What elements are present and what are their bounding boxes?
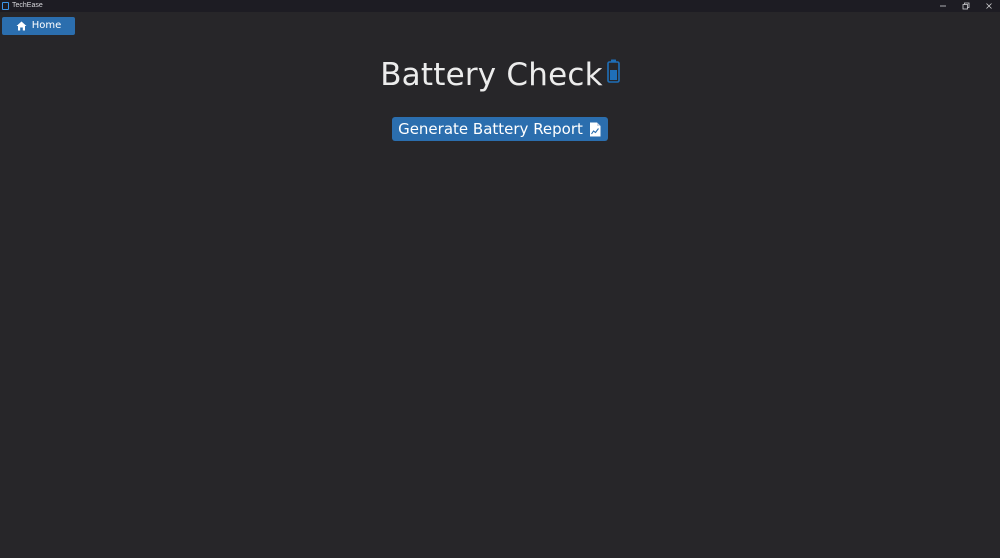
page-title: Battery Check [380,57,603,93]
generate-report-button[interactable]: Generate Battery Report [392,117,608,141]
home-button[interactable]: Home [2,17,75,35]
minimize-button[interactable] [931,0,954,12]
home-button-label: Home [31,20,62,31]
restore-icon [962,2,969,10]
close-icon [985,3,992,9]
app-logo-icon [2,2,9,10]
page-header: Battery Check [0,55,1000,95]
generate-report-label: Generate Battery Report [398,120,583,138]
report-icon [589,122,601,136]
window-titlebar: TechEase [0,0,1000,12]
home-icon [16,21,27,31]
minimize-icon [939,5,946,7]
restore-button[interactable] [954,0,977,12]
battery-icon [606,59,620,83]
report-button-row: Generate Battery Report [0,117,1000,141]
window-title: TechEase [12,2,43,9]
close-button[interactable] [977,0,1000,12]
window-controls [931,0,1000,12]
